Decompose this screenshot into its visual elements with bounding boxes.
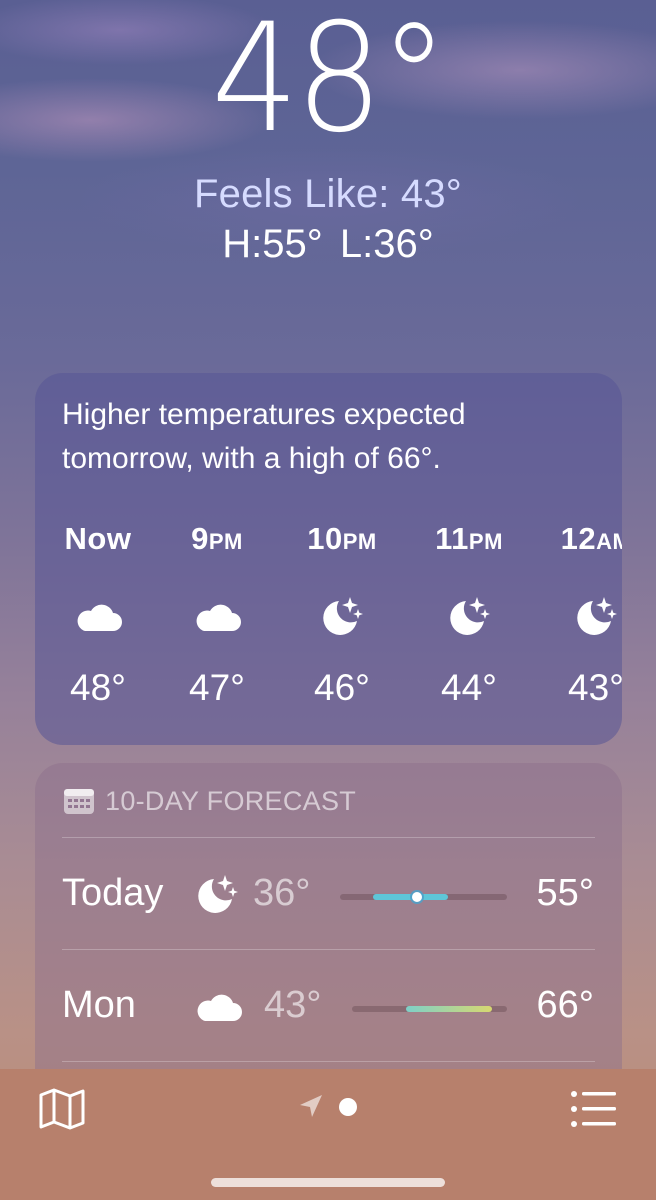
list-icon[interactable] xyxy=(570,1089,618,1129)
hour-label: 11PM xyxy=(435,521,503,556)
moon-stars-icon xyxy=(198,875,238,913)
day-low-temp: 43° xyxy=(264,984,322,1026)
hour-temp: 44° xyxy=(441,667,497,708)
current-temperature: 48° xyxy=(211,0,448,166)
high-low: H:55° L:36° xyxy=(222,222,434,266)
ten-day-forecast-card[interactable]: 10-DAY FORECAST Today 36° 55° Mon 43° 66… xyxy=(35,763,622,1103)
hour-temp: 43° xyxy=(568,667,622,708)
hour-temp: 46° xyxy=(314,667,370,708)
day-high-temp: 66° xyxy=(536,984,594,1026)
forecast-summary: Higher temperatures expected tomorrow, w… xyxy=(62,398,466,475)
moon-stars-icon xyxy=(323,597,363,635)
hour-label: 9PM xyxy=(191,521,243,556)
divider xyxy=(62,837,595,838)
hour-temp: 47° xyxy=(189,667,245,708)
day-row-today[interactable]: Today 36° 55° xyxy=(35,839,622,949)
cloud-icon xyxy=(197,994,242,1021)
cloud-icon xyxy=(77,604,122,631)
home-indicator[interactable] xyxy=(211,1178,445,1187)
moon-stars-icon xyxy=(450,597,490,635)
temperature-range-fill xyxy=(373,894,448,900)
day-high-temp: 55° xyxy=(536,872,594,914)
hour-label: 12AM xyxy=(560,521,622,556)
location-arrow-icon[interactable] xyxy=(298,1093,324,1119)
temperature-range-bar xyxy=(340,892,507,902)
hourly-forecast-card[interactable]: Higher temperatures expected tomorrow, w… xyxy=(35,373,622,745)
day-row-mon[interactable]: Mon 43° 66° xyxy=(35,951,622,1061)
divider xyxy=(62,1061,595,1062)
ten-day-header: 10-DAY FORECAST xyxy=(63,783,356,819)
page-indicator-dot[interactable] xyxy=(339,1098,357,1116)
temperature-range-fill xyxy=(406,1006,492,1012)
day-name: Mon xyxy=(62,984,136,1026)
day-low-temp: 36° xyxy=(253,872,311,914)
ten-day-title: 10-DAY FORECAST xyxy=(105,785,357,816)
current-temp-marker xyxy=(412,892,422,902)
feels-like: Feels Like: 43° xyxy=(193,172,463,216)
hour-label: 10PM xyxy=(307,521,377,556)
cloud-icon xyxy=(196,604,241,631)
divider xyxy=(62,949,595,950)
map-icon[interactable] xyxy=(38,1087,86,1131)
day-name: Today xyxy=(62,872,164,914)
bottom-toolbar xyxy=(0,1069,656,1200)
calendar-icon xyxy=(64,789,94,814)
moon-stars-icon xyxy=(577,597,617,635)
hour-temp: 48° xyxy=(70,667,126,708)
temperature-range-bar xyxy=(352,1006,507,1012)
hour-label: Now xyxy=(64,521,132,556)
